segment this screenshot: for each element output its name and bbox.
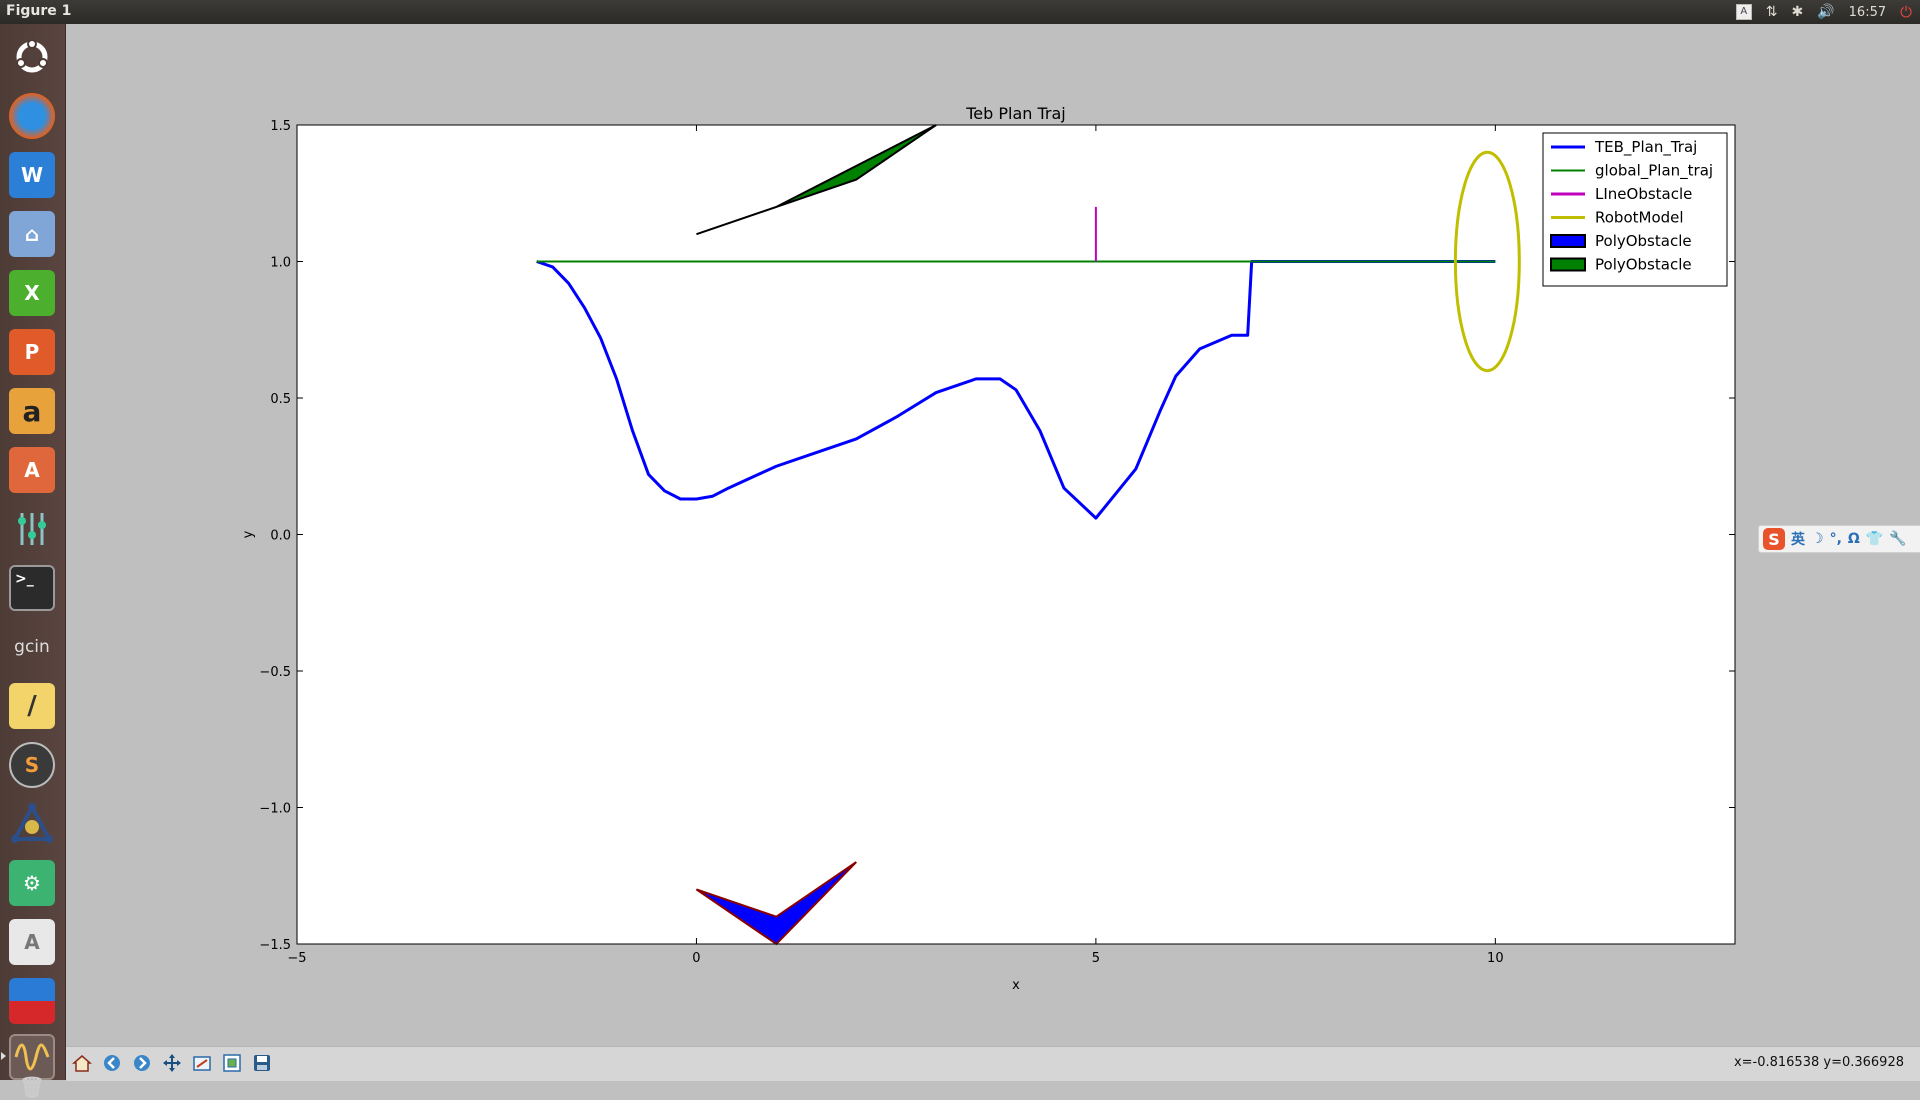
legend-label: LIneObstacle — [1595, 185, 1692, 203]
figure-toolbar: x=-0.816538 y=0.366928 — [66, 1046, 1920, 1081]
ime-logo-icon[interactable]: S — [1763, 528, 1785, 550]
legend-label: global_Plan_traj — [1595, 162, 1713, 181]
subplots-icon[interactable] — [220, 1051, 244, 1075]
cursor-coordinates: x=-0.816538 y=0.366928 — [1733, 1055, 1904, 1070]
x-tick-label: 10 — [1487, 951, 1504, 966]
x-tick-label: 0 — [692, 951, 700, 966]
y-tick-label: −0.5 — [259, 665, 291, 680]
ime-language-toggle[interactable]: 英 — [1791, 529, 1805, 549]
save-icon[interactable] — [250, 1051, 274, 1075]
legend-label: PolyObstacle — [1595, 256, 1692, 274]
forward-icon[interactable] — [130, 1051, 154, 1075]
x-axis-label: x — [1012, 978, 1020, 993]
skin-icon[interactable]: 👕 — [1866, 531, 1883, 547]
punctuation-icon[interactable]: °, — [1830, 531, 1842, 547]
legend-label: TEB_Plan_Traj — [1594, 138, 1697, 157]
y-tick-label: −1.5 — [259, 938, 291, 953]
y-tick-label: 1.0 — [270, 256, 291, 271]
chart: −5 0 5 10 1.5 1.0 0.5 0.0 −0.5 −1.0 −1.5 Teb Plan T… — [241, 104, 1736, 993]
poly-obstacle-5 — [696, 124, 937, 236]
legend-swatch — [1550, 257, 1586, 272]
wrench-icon[interactable]: 🔧 — [1889, 531, 1906, 547]
y-tick-label: 0.0 — [270, 529, 291, 544]
moon-icon[interactable]: ☽ — [1811, 531, 1824, 547]
y-tick-label: 1.5 — [270, 119, 291, 134]
y-tick-label: −1.0 — [259, 802, 291, 817]
pan-icon[interactable] — [160, 1051, 184, 1075]
poly-obstacle-4 — [695, 861, 857, 946]
chart-title: Teb Plan Traj — [965, 104, 1066, 123]
zoom-icon[interactable] — [190, 1051, 214, 1075]
x-tick-label: 5 — [1092, 951, 1100, 966]
x-tick-label: −5 — [287, 951, 306, 966]
legend-swatch — [1550, 234, 1586, 248]
legend-label: PolyObstacle — [1595, 232, 1692, 250]
legend-label: RobotModel — [1595, 209, 1684, 227]
ime-toolbar[interactable]: S 英 ☽ °, Ω 👕 🔧 — [1758, 525, 1920, 553]
y-axis-label: y — [241, 530, 256, 538]
series-line-teb_plan_traj — [536, 260, 1496, 520]
y-tick-label: 0.5 — [270, 392, 291, 407]
home-icon[interactable] — [70, 1051, 94, 1075]
omega-icon[interactable]: Ω — [1848, 531, 1860, 547]
back-icon[interactable] — [100, 1051, 124, 1075]
